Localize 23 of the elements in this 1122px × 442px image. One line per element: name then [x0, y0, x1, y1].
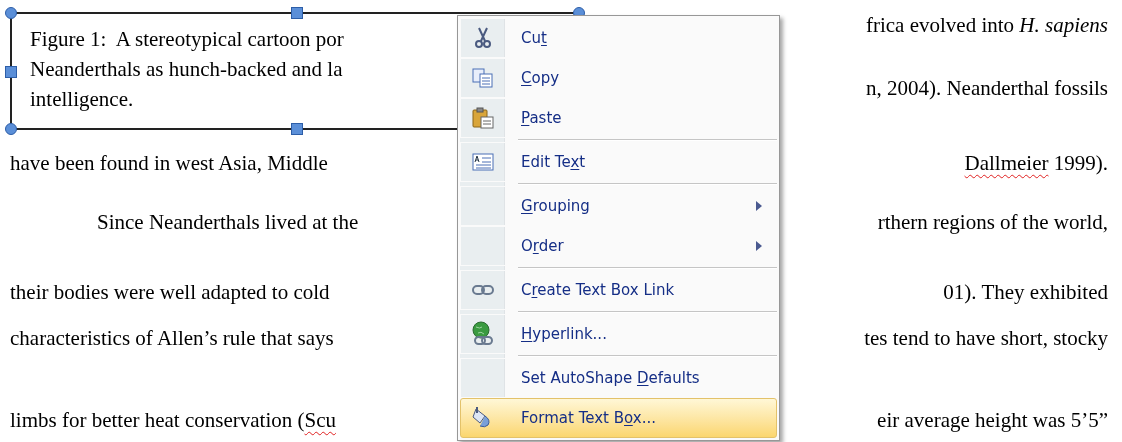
body-text-line: their bodies were well adapted to cold	[10, 279, 330, 306]
caption-line: Figure 1: A stereotypical cartoon por	[30, 26, 344, 53]
menu-item[interactable]: Set AutoShape Defaults	[460, 358, 777, 398]
body-text-line: Dallmeier 1999).	[964, 150, 1108, 177]
caption-line: intelligence.	[30, 86, 134, 113]
body-text-line: rthern regions of the world,	[877, 209, 1108, 236]
caption-line: Neanderthals as hunch-backed and la	[30, 56, 343, 83]
body-text-line: have been found in west Asia, Middle	[10, 150, 328, 177]
body-text-line: eir average height was 5’5”	[877, 407, 1108, 434]
menu-item[interactable]: Format Text Box...	[460, 398, 777, 438]
body-text-line: Since Neanderthals lived at the	[96, 209, 359, 236]
menu-item[interactable]: Edit Text	[460, 142, 777, 182]
body-text-line: 01). They exhibited	[943, 279, 1108, 306]
body-text-line: n, 2004). Neanderthal fossils	[865, 75, 1108, 102]
body-text-line: tes tend to have short, stocky	[864, 325, 1108, 352]
body-text-line: limbs for better heat conservation (Scu	[10, 407, 336, 434]
menu-item[interactable]: Hyperlink...	[460, 314, 777, 354]
menu-item[interactable]: Order	[460, 226, 777, 266]
body-text-line: characteristics of Allen’s rule that says	[10, 325, 334, 352]
menu-item[interactable]: Create Text Box Link	[460, 270, 777, 310]
menu-item[interactable]: Paste	[460, 98, 777, 138]
body-text-line: frica evolved into H. sapiens	[865, 12, 1108, 39]
menu-item[interactable]: Grouping	[460, 186, 777, 226]
